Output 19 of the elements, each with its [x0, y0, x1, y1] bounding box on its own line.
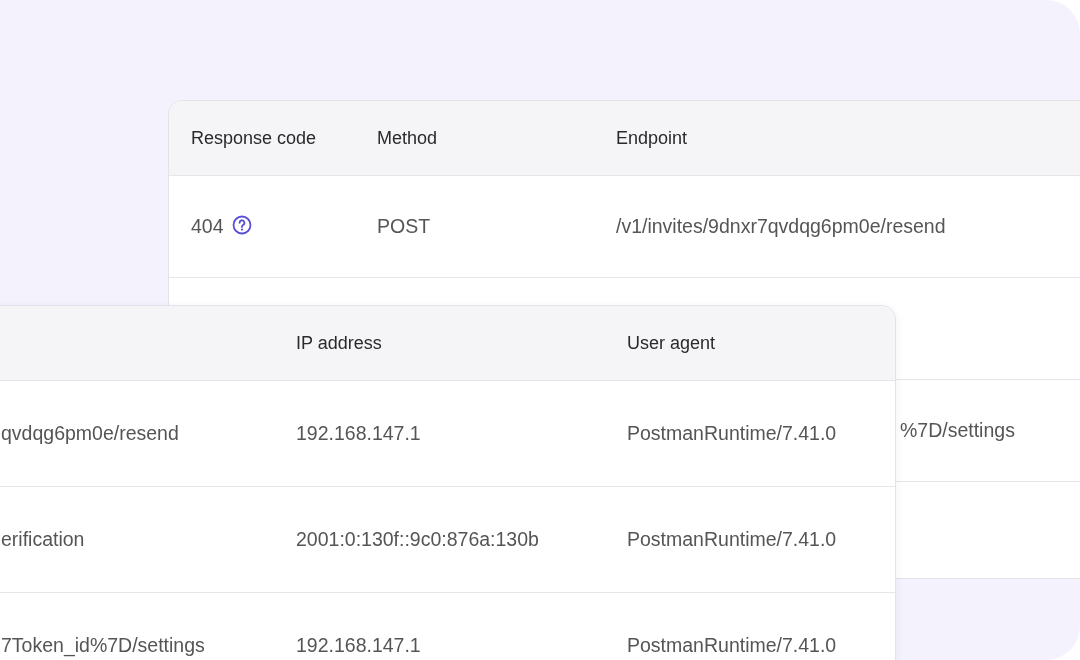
table-cell: %7D/settings [900, 418, 1015, 441]
table-cell: 192.168.147.1 [296, 633, 421, 656]
table-cell: 404 [191, 214, 224, 237]
column-header: Endpoint [616, 127, 688, 148]
column-header: IP address [296, 332, 382, 353]
table-cell: PostmanRuntime/7.41.0 [627, 633, 837, 656]
table-cell: 2001:0:130f::9c0:876a:130b [296, 527, 539, 550]
help-icon[interactable] [231, 214, 252, 235]
column-header: User agent [627, 332, 716, 353]
column-header: Response code [191, 127, 317, 148]
table-cell: PostmanRuntime/7.41.0 [627, 527, 837, 550]
table-cell: 7Token_id%7D/settings [1, 633, 205, 656]
table-cell: 192.168.147.1 [296, 421, 421, 444]
table-cell: POST [377, 214, 431, 237]
table-cell: erification [1, 527, 85, 550]
table-cell: /v1/invites/9dnxr7qvdqg6pm0e/resend [616, 214, 946, 237]
table-cell: qvdqg6pm0e/resend [1, 421, 179, 444]
table-cell: PostmanRuntime/7.41.0 [627, 421, 837, 444]
column-header: Method [377, 127, 438, 148]
